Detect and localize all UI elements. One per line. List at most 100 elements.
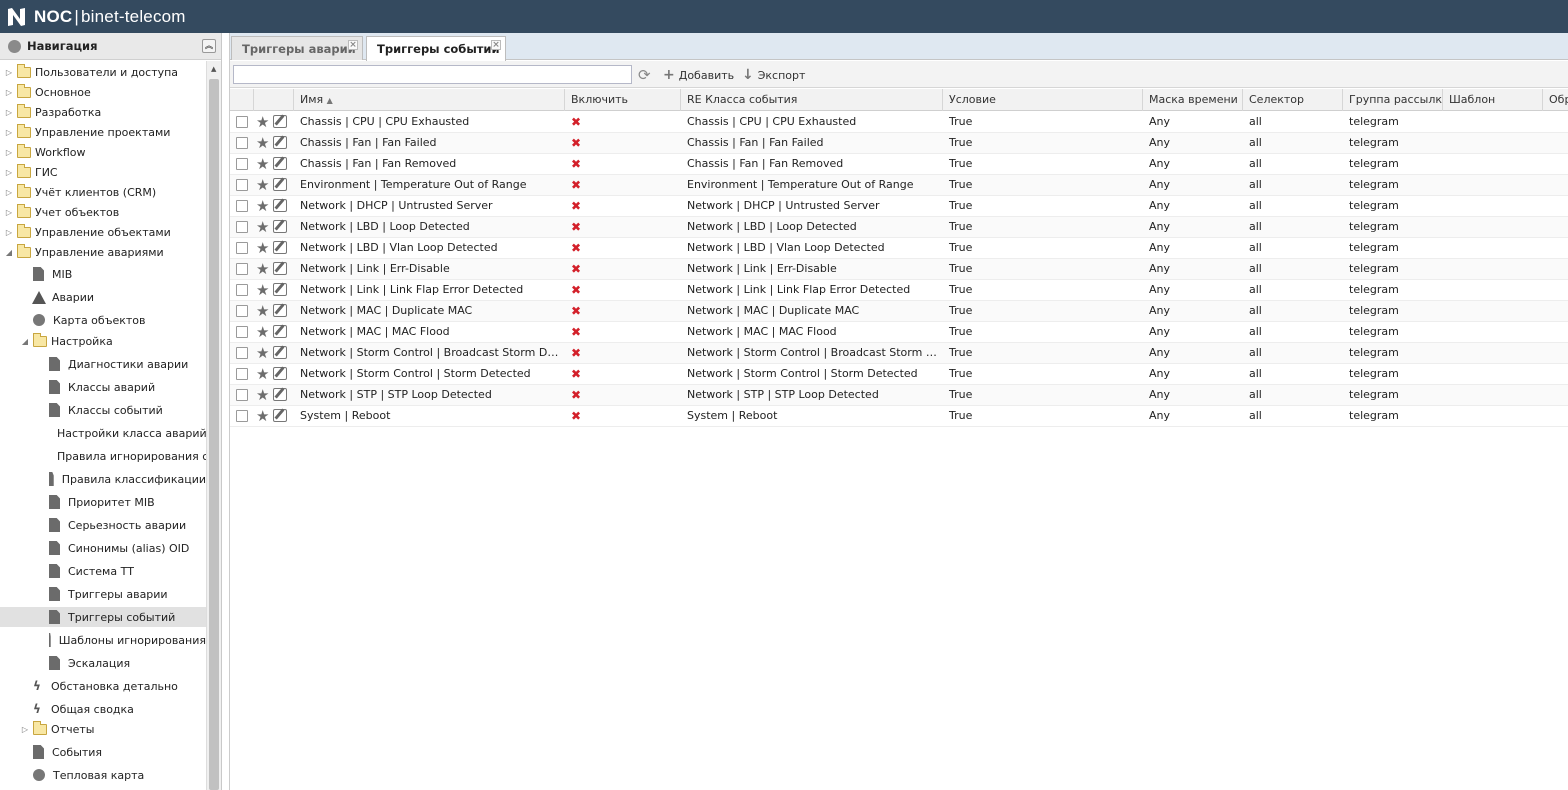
column-header-re-class[interactable]: RE Класса события <box>681 89 943 111</box>
row-checkbox[interactable] <box>236 158 248 170</box>
edit-icon[interactable] <box>273 283 287 296</box>
edit-icon[interactable] <box>273 157 287 170</box>
nav-item[interactable]: Система ТТ <box>0 561 206 581</box>
column-header-time-mask[interactable]: Маска времени <box>1143 89 1243 111</box>
scroll-up-arrow-icon[interactable]: ▲ <box>211 65 216 73</box>
edit-icon[interactable] <box>273 115 287 128</box>
collapsed-arrow-icon[interactable]: ▷ <box>4 148 14 157</box>
nav-item[interactable]: ▷ Отчеты <box>0 719 206 739</box>
table-row[interactable]: ★ Network | DHCP | Untrusted Server Networ… <box>230 196 1568 217</box>
edit-icon[interactable] <box>273 178 287 191</box>
favorite-star-icon[interactable]: ★ <box>256 239 269 257</box>
table-row[interactable]: ★ Network | Storm Control | Broadcast Sto… <box>230 343 1568 364</box>
row-checkbox[interactable] <box>236 179 248 191</box>
nav-item[interactable]: ◢ Настройка <box>0 331 206 351</box>
refresh-icon[interactable]: ⟳ <box>638 66 651 84</box>
nav-item[interactable]: Синонимы (alias) OID <box>0 538 206 558</box>
nav-item[interactable]: ▷ ГИС <box>0 162 206 182</box>
nav-item[interactable]: ▷ Разработка <box>0 102 206 122</box>
nav-item[interactable]: Классы событий <box>0 400 206 420</box>
favorite-star-icon[interactable]: ★ <box>256 176 269 194</box>
search-input[interactable] <box>233 65 632 84</box>
favorite-star-icon[interactable]: ★ <box>256 302 269 320</box>
row-checkbox[interactable] <box>236 221 248 233</box>
table-row[interactable]: ★ Network | LBD | Loop Detected Network | … <box>230 217 1568 238</box>
tab-event-triggers[interactable]: Триггеры событий × <box>366 36 506 61</box>
nav-item[interactable]: Триггеры аварии <box>0 584 206 604</box>
nav-item[interactable]: Приоритет MIB <box>0 492 206 512</box>
table-row[interactable]: ★ System | Reboot System | Reboot True Any al… <box>230 406 1568 427</box>
table-row[interactable]: ★ Network | MAC | Duplicate MAC Network | … <box>230 301 1568 322</box>
collapsed-arrow-icon[interactable]: ▷ <box>4 108 14 117</box>
nav-item[interactable]: Эскалация <box>0 653 206 673</box>
nav-item[interactable]: ▷ Учёт клиентов (CRM) <box>0 182 206 202</box>
nav-item[interactable]: MIB <box>0 264 206 284</box>
export-button[interactable]: ↓ Экспорт <box>742 67 805 83</box>
column-header-handler[interactable]: Обр <box>1543 89 1568 111</box>
favorite-star-icon[interactable]: ★ <box>256 218 269 236</box>
edit-icon[interactable] <box>273 346 287 359</box>
close-icon[interactable]: × <box>491 40 501 50</box>
collapsed-arrow-icon[interactable]: ▷ <box>4 228 14 237</box>
edit-icon[interactable] <box>273 199 287 212</box>
column-header-select[interactable] <box>230 89 254 111</box>
table-row[interactable]: ★ Network | LBD | Vlan Loop Detected Netwo… <box>230 238 1568 259</box>
nav-item[interactable]: События <box>0 742 206 762</box>
collapsed-arrow-icon[interactable]: ▷ <box>4 128 14 137</box>
column-header-notify-group[interactable]: Группа рассылки <box>1343 89 1443 111</box>
row-checkbox[interactable] <box>236 284 248 296</box>
row-checkbox[interactable] <box>236 389 248 401</box>
expanded-arrow-icon[interactable]: ◢ <box>4 248 14 257</box>
column-header-selector[interactable]: Селектор <box>1243 89 1343 111</box>
table-row[interactable]: ★ Chassis | CPU | CPU Exhausted Chassis | … <box>230 112 1568 133</box>
nav-item[interactable]: Триггеры событий <box>0 607 206 627</box>
edit-icon[interactable] <box>273 367 287 380</box>
nav-item[interactable]: ▷ Учет объектов <box>0 202 206 222</box>
favorite-star-icon[interactable]: ★ <box>256 155 269 173</box>
row-checkbox[interactable] <box>236 263 248 275</box>
nav-item[interactable]: Настройки класса аварий <box>0 423 206 443</box>
nav-item[interactable]: Классы аварий <box>0 377 206 397</box>
favorite-star-icon[interactable]: ★ <box>256 386 269 404</box>
nav-item[interactable]: ϟ Обстановка детально <box>0 676 206 696</box>
row-checkbox[interactable] <box>236 347 248 359</box>
nav-item[interactable]: Шаблоны игнорирования <box>0 630 206 650</box>
column-header-condition[interactable]: Условие <box>943 89 1143 111</box>
favorite-star-icon[interactable]: ★ <box>256 344 269 362</box>
edit-icon[interactable] <box>273 388 287 401</box>
table-row[interactable]: ★ Network | Link | Err-Disable Network | L… <box>230 259 1568 280</box>
nav-item[interactable]: Аварии <box>0 287 206 307</box>
nav-item[interactable]: Тепловая карта <box>0 765 206 785</box>
nav-item[interactable]: Правила игнорирования со <box>0 446 206 466</box>
row-checkbox[interactable] <box>236 305 248 317</box>
table-row[interactable]: ★ Chassis | Fan | Fan Removed Chassis | Fa… <box>230 154 1568 175</box>
table-row[interactable]: ★ Network | MAC | MAC Flood Network | MAC … <box>230 322 1568 343</box>
table-row[interactable]: ★ Network | Storm Control | Storm Detecte… <box>230 364 1568 385</box>
nav-item[interactable]: Диагностики аварии <box>0 354 206 374</box>
edit-icon[interactable] <box>273 304 287 317</box>
favorite-star-icon[interactable]: ★ <box>256 323 269 341</box>
collapse-sidebar-button[interactable]: ︽ <box>202 39 216 53</box>
nav-item[interactable]: ◢ Управление авариями <box>0 242 206 262</box>
add-button[interactable]: + Добавить <box>663 67 734 83</box>
nav-item[interactable]: Карта объектов <box>0 310 206 330</box>
row-checkbox[interactable] <box>236 410 248 422</box>
favorite-star-icon[interactable]: ★ <box>256 197 269 215</box>
row-checkbox[interactable] <box>236 368 248 380</box>
collapsed-arrow-icon[interactable]: ▷ <box>4 68 14 77</box>
close-icon[interactable]: × <box>348 40 358 50</box>
nav-item[interactable]: ▷ Workflow <box>0 142 206 162</box>
row-checkbox[interactable] <box>236 242 248 254</box>
row-checkbox[interactable] <box>236 137 248 149</box>
nav-item[interactable]: ▷ Пользователи и доступа <box>0 62 206 82</box>
collapsed-arrow-icon[interactable]: ▷ <box>4 188 14 197</box>
nav-item[interactable]: ▷ Управление проектами <box>0 122 206 142</box>
nav-item[interactable]: Серьезность аварии <box>0 515 206 535</box>
row-checkbox[interactable] <box>236 326 248 338</box>
column-header-enabled[interactable]: Включить <box>565 89 681 111</box>
column-header-name[interactable]: Имя ▲ <box>294 89 565 111</box>
nav-item[interactable]: Правила классификации <box>0 469 206 489</box>
table-row[interactable]: ★ Environment | Temperature Out of Range E… <box>230 175 1568 196</box>
tab-alarm-triggers[interactable]: Триггеры аварии × <box>231 36 363 60</box>
collapsed-arrow-icon[interactable]: ▷ <box>4 88 14 97</box>
